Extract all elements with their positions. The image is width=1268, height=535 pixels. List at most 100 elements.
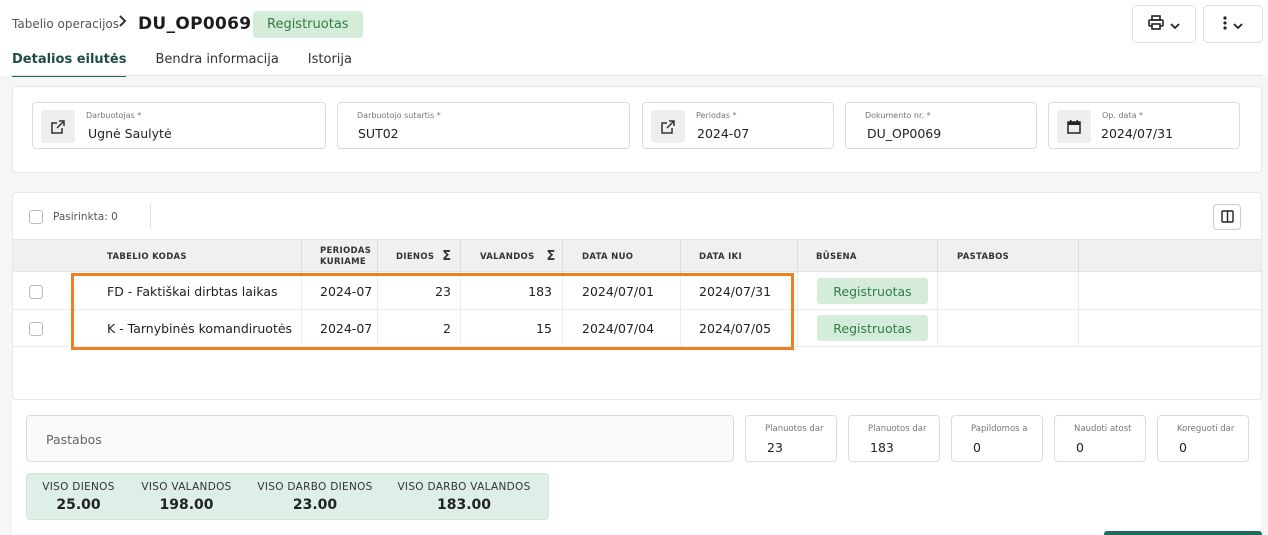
columns-icon [1220,208,1234,227]
cell-date-from: 2024/07/01 [582,283,655,299]
contract-field[interactable]: Darbuotojo sutartis * SUT02 [337,102,630,149]
contract-label: Darbuotojo sutartis * [357,111,441,120]
period-label: Periodas * [696,111,737,120]
column-divider [562,240,563,273]
lines-table-card: Pasirinkta: 0 TABELIO KODAS PERIODAS KUR… [12,192,1262,400]
printer-icon [1148,14,1164,34]
cell-hours: 15 [536,320,552,336]
cell-days: 2 [443,320,451,336]
summary-section: Pastabos Planuotos dar 23 Planuotos dar … [12,400,1262,535]
column-divider [562,273,563,309]
col-header-status[interactable]: BŪSENA [816,240,857,273]
column-divider [562,310,563,346]
select-all-checkbox[interactable] [29,210,43,224]
total-work-hours-label: VISO DARBO VALANDOS [397,481,531,493]
tabs-divider [12,75,1262,76]
chevron-down-icon [1170,15,1180,34]
used-vacation-field[interactable]: Naudoti atost 0 [1054,415,1146,462]
columns-toggle-button[interactable] [1213,204,1241,230]
selected-count: Pasirinkta: 0 [53,211,118,223]
document-fields-card: Darbuotojas * Ugnė Saulytė Darbuotojo su… [12,86,1262,173]
page-title: DU_OP0069 [138,14,252,34]
col-header-days-label: DIENOS [396,251,435,262]
document-number-label: Dokumento nr. * [865,111,931,120]
document-number-value: DU_OP0069 [867,126,942,141]
status-badge: Registruotas [253,11,363,38]
document-number-field[interactable]: Dokumento nr. * DU_OP0069 [845,102,1037,149]
cell-date-to: 2024/07/31 [699,283,772,299]
col-header-notes[interactable]: PASTABOS [957,240,1009,273]
col-header-date-to[interactable]: DATA IKI [699,240,742,273]
calendar-icon[interactable] [1057,110,1091,143]
column-divider [460,240,461,273]
tab-general-info[interactable]: Bendra informacija [155,52,278,77]
external-link-icon[interactable] [41,110,75,143]
col-header-code[interactable]: TABELIO KODAS [107,240,187,273]
chevron-right-icon [118,14,128,32]
totals-panel: VISO DIENOS 25.00 VISO VALANDOS 198.00 V… [26,473,549,520]
external-link-icon[interactable] [651,110,685,143]
col-header-date-from[interactable]: DATA NUO [582,240,633,273]
operation-date-field[interactable]: Op. data * 2024/07/31 [1048,102,1240,149]
employee-field[interactable]: Darbuotojas * Ugnė Saulytė [32,102,326,149]
column-divider [1078,240,1079,273]
cell-period: 2024-07 [320,283,373,299]
column-divider [1078,310,1079,346]
column-divider [680,273,681,309]
row-checkbox[interactable] [29,322,43,336]
total-hours-label: VISO VALANDOS [141,481,232,493]
col-header-period[interactable]: PERIODAS KURIAME [320,240,371,273]
adjusted-field[interactable]: Koreguoti dar 0 [1157,415,1249,462]
planned-days-value: 23 [767,440,783,455]
period-value: 2024-07 [697,126,750,141]
column-divider [680,240,681,273]
more-actions-button[interactable] [1203,5,1263,43]
row-checkbox[interactable] [29,285,43,299]
column-divider [680,310,681,346]
notes-field[interactable]: Pastabos [26,415,734,462]
planned-hours-field[interactable]: Planuotos dar 183 [848,415,940,462]
notes-placeholder: Pastabos [46,432,102,447]
column-divider [797,310,798,346]
col-header-hours[interactable]: VALANDOS Σ [480,240,556,273]
breadcrumb[interactable]: Tabelio operacijos [12,17,119,31]
bottom-accent-strip [1104,531,1262,535]
total-work-hours-value: 183.00 [436,497,492,513]
total-days-label: VISO DIENOS [42,481,115,493]
tab-history[interactable]: Istorija [308,52,352,77]
adjusted-label: Koreguoti dar [1177,424,1235,434]
additional-field[interactable]: Papildomos a 0 [951,415,1043,462]
total-days-value: 25.00 [56,497,101,513]
tab-detailed-lines[interactable]: Detalios eilutės [12,52,127,77]
period-field[interactable]: Periodas * 2024-07 [642,102,834,149]
print-button[interactable] [1132,5,1196,43]
col-header-period-line2: KURIAME [320,256,366,267]
cell-code: FD - Faktiškai dirbtas laikas [107,283,278,299]
employee-label: Darbuotojas * [86,111,142,120]
sum-icon[interactable]: Σ [442,249,451,264]
column-divider [301,273,302,309]
column-divider [301,310,302,346]
column-divider [937,273,938,309]
toolbar-divider [150,204,151,228]
column-divider [1078,273,1079,309]
column-divider [937,310,938,346]
cell-code: K - Tarnybinės komandiruotės [107,320,293,336]
adjusted-value: 0 [1179,440,1187,455]
column-divider [301,240,302,273]
planned-days-field[interactable]: Planuotos dar 23 [745,415,837,462]
col-header-hours-label: VALANDOS [480,251,535,262]
total-work-hours: VISO DARBO VALANDOS 183.00 [389,474,539,521]
total-work-days-value: 23.00 [292,497,338,513]
cell-date-to: 2024/07/05 [699,320,772,336]
table-header: TABELIO KODAS PERIODAS KURIAME DIENOS Σ … [13,239,1261,273]
sum-icon[interactable]: Σ [547,249,556,264]
table-row[interactable]: K - Tarnybinės komandiruotės 2024-07 2 1… [13,310,1261,347]
employee-value: Ugnė Saulytė [88,126,172,141]
table-row[interactable]: FD - Faktiškai dirbtas laikas 2024-07 23… [13,273,1261,310]
tab-bar: Detalios eilutės Bendra informacija Isto… [12,52,381,77]
col-header-days[interactable]: DIENOS Σ [396,240,451,273]
column-divider [797,273,798,309]
total-days: VISO DIENOS 25.00 [27,474,130,521]
planned-hours-value: 183 [870,440,894,455]
